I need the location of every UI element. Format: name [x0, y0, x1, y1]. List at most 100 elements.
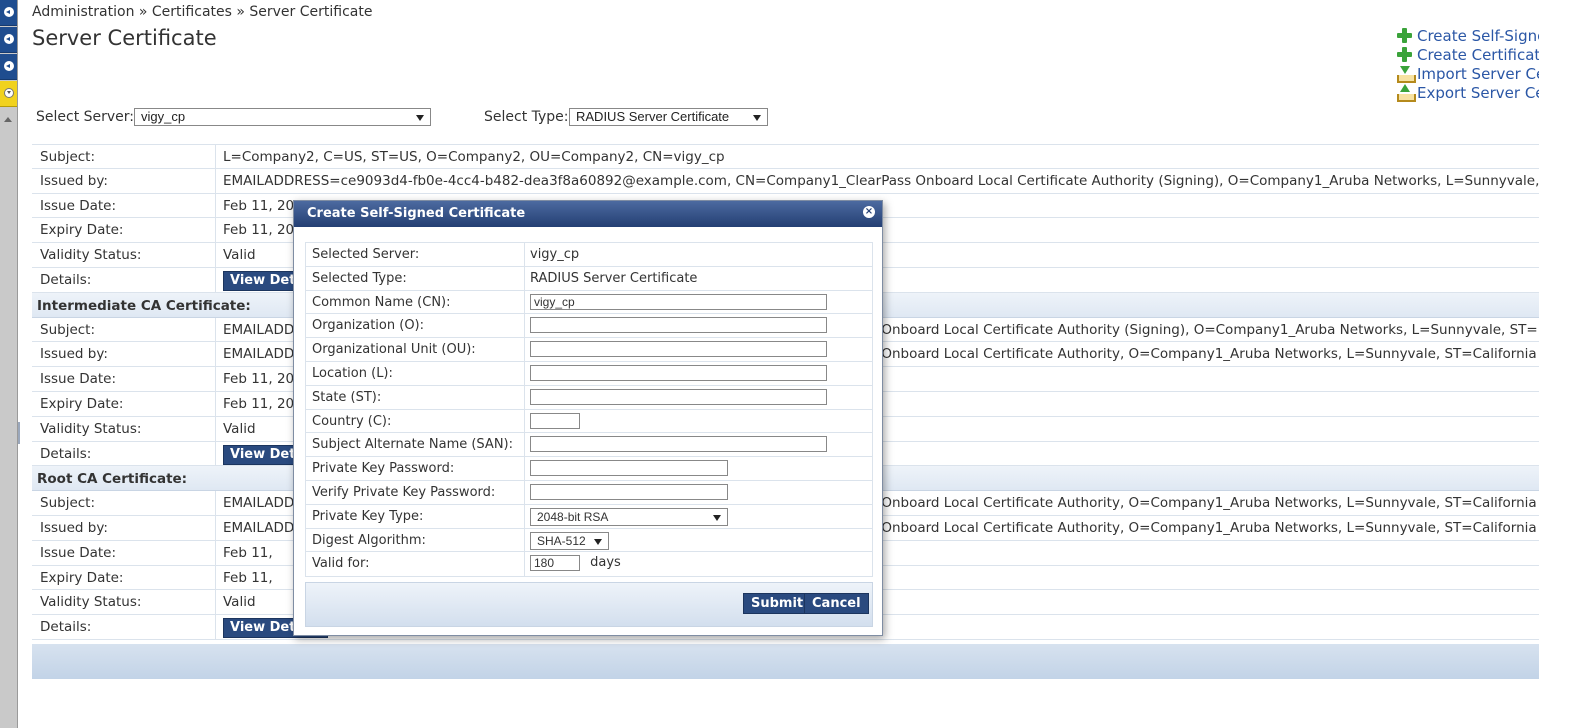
cancel-button[interactable]: Cancel [804, 593, 869, 614]
row-value-tail: s Onboard Local Certificate Authority (S… [870, 321, 1538, 338]
row-label: Validity Status: [32, 243, 216, 267]
field-label: Valid for: [306, 552, 525, 577]
form-row: Private Key Type: 2048-bit RSA [306, 504, 872, 529]
form-row: State (ST): [306, 385, 872, 410]
private-key-type-value: 2048-bit RSA [537, 509, 609, 524]
left-rail [0, 0, 18, 728]
action-label: Export Server Certificate [1417, 83, 1539, 102]
row-label: Issued by: [32, 342, 216, 367]
import-certificate-link[interactable]: Import Server Certificate [1396, 64, 1539, 83]
action-links: Create Self-Signed Certificate Create Ce… [1396, 26, 1539, 102]
rail-expand-button-1[interactable] [0, 0, 17, 26]
private-key-type-select[interactable]: 2048-bit RSA [530, 507, 728, 526]
row-value: EMAILADD [223, 321, 295, 338]
field-label: Common Name (CN): [306, 290, 525, 314]
selected-server-value: vigy_cp [530, 247, 580, 262]
row-value: EMAILADD [223, 346, 295, 363]
arrow-left-icon [4, 7, 14, 17]
row-value-tail: s Onboard Local Certificate Authority, O… [870, 519, 1537, 536]
rail-expand-button-2[interactable] [0, 27, 17, 53]
location-input[interactable] [530, 364, 827, 381]
row-label: Subject: [32, 145, 216, 168]
row-label: Issued by: [32, 168, 216, 193]
org-unit-input[interactable] [530, 341, 827, 358]
field-label: State (ST): [306, 385, 525, 409]
field-label: Selected Type: [306, 266, 525, 290]
scroll-up-icon[interactable] [4, 117, 12, 122]
row-label: Issue Date: [32, 367, 216, 391]
digest-algorithm-value: SHA-512 [537, 533, 586, 548]
field-label: Organizational Unit (OU): [306, 338, 525, 361]
row-label: Issue Date: [32, 193, 216, 218]
row-label: Expiry Date: [32, 391, 216, 416]
certificate-form: Selected Server: vigy_cp Selected Type: … [305, 242, 873, 578]
breadcrumb[interactable]: Administration » Certificates » Server C… [32, 4, 372, 20]
form-row: Selected Type: RADIUS Server Certificate [306, 266, 872, 291]
row-value-tail: s Onboard Local Certificate Authority, O… [870, 346, 1537, 363]
valid-for-input[interactable]: 180 [530, 555, 580, 572]
select-type-value: RADIUS Server Certificate [576, 109, 730, 124]
splitter-handle[interactable] [18, 422, 20, 444]
row-label: Details: [32, 615, 216, 639]
export-certificate-link[interactable]: Export Server Certificate [1396, 83, 1539, 102]
table-footer-bar [32, 644, 1539, 679]
row-value: EMAILADD [223, 519, 295, 536]
row-label: Validity Status: [32, 590, 216, 615]
row-label: Subject: [32, 491, 216, 515]
rail-active-button[interactable] [0, 81, 17, 107]
action-label: Create Self-Signed Certificate [1417, 26, 1539, 45]
form-row: Digest Algorithm: SHA-512 [306, 528, 872, 553]
arrow-left-icon [4, 34, 14, 44]
state-input[interactable] [530, 388, 827, 405]
select-server-dropdown[interactable]: vigy_cp [134, 108, 431, 126]
field-label: Private Key Type: [306, 504, 525, 528]
create-csr-link[interactable]: Create Certificate Signing Request [1396, 45, 1539, 64]
form-row: Organization (O): [306, 314, 872, 339]
select-type-label: Select Type: [484, 109, 569, 125]
select-server-value: vigy_cp [141, 109, 186, 124]
san-input[interactable] [530, 436, 827, 453]
arrow-down-icon [4, 88, 14, 98]
field-label: Private Key Password: [306, 457, 525, 480]
plus-icon [1396, 46, 1413, 63]
field-label: Organization (O): [306, 314, 525, 338]
close-icon[interactable]: × [863, 206, 875, 218]
rail-expand-button-3[interactable] [0, 54, 17, 80]
action-label: Import Server Certificate [1417, 64, 1539, 83]
row-label: Details: [32, 267, 216, 292]
verify-private-key-password-input[interactable] [530, 483, 728, 500]
digest-algorithm-select[interactable]: SHA-512 [530, 531, 609, 550]
submit-button[interactable]: Submit [743, 593, 812, 614]
common-name-input[interactable]: vigy_cp [530, 293, 827, 310]
select-server-label: Select Server: [36, 109, 135, 125]
table-row: Issued by: EMAILADDRESS=ce9093d4-fb0e-4c… [32, 168, 1539, 194]
create-self-signed-link[interactable]: Create Self-Signed Certificate [1396, 26, 1539, 45]
row-label: Details: [32, 441, 216, 466]
row-label: Issue Date: [32, 540, 216, 565]
row-label: Issued by: [32, 515, 216, 540]
select-type-dropdown[interactable]: RADIUS Server Certificate [569, 108, 768, 126]
dialog-footer: Submit Cancel [305, 582, 873, 627]
organization-input[interactable] [530, 317, 827, 334]
dialog-titlebar[interactable]: Create Self-Signed Certificate × [294, 201, 882, 227]
row-value: EMAILADDRESS=ce9093d4-fb0e-4cc4-b482-dea… [223, 172, 1539, 189]
form-row: Valid for: 180 days [306, 552, 872, 577]
form-row: Selected Server: vigy_cp [306, 243, 872, 267]
form-row: Verify Private Key Password: [306, 480, 872, 505]
chevron-down-icon [713, 514, 721, 521]
country-input[interactable] [530, 412, 580, 429]
valid-for-unit: days [590, 555, 621, 571]
plus-icon [1396, 27, 1413, 44]
row-label: Expiry Date: [32, 218, 216, 243]
import-icon [1396, 65, 1416, 83]
row-value-tail: s Onboard Local Certificate Authority, O… [870, 495, 1537, 512]
page-title: Server Certificate [32, 26, 217, 50]
action-label: Create Certificate Signing Request [1417, 45, 1539, 64]
row-value: L=Company2, C=US, ST=US, O=Company2, OU=… [223, 149, 725, 165]
arrow-left-icon [4, 61, 14, 71]
private-key-password-input[interactable] [530, 460, 728, 477]
form-row: Common Name (CN): vigy_cp [306, 290, 872, 315]
field-label: Selected Server: [306, 243, 525, 266]
selected-type-value: RADIUS Server Certificate [530, 270, 698, 286]
field-label: Verify Private Key Password: [306, 480, 525, 504]
